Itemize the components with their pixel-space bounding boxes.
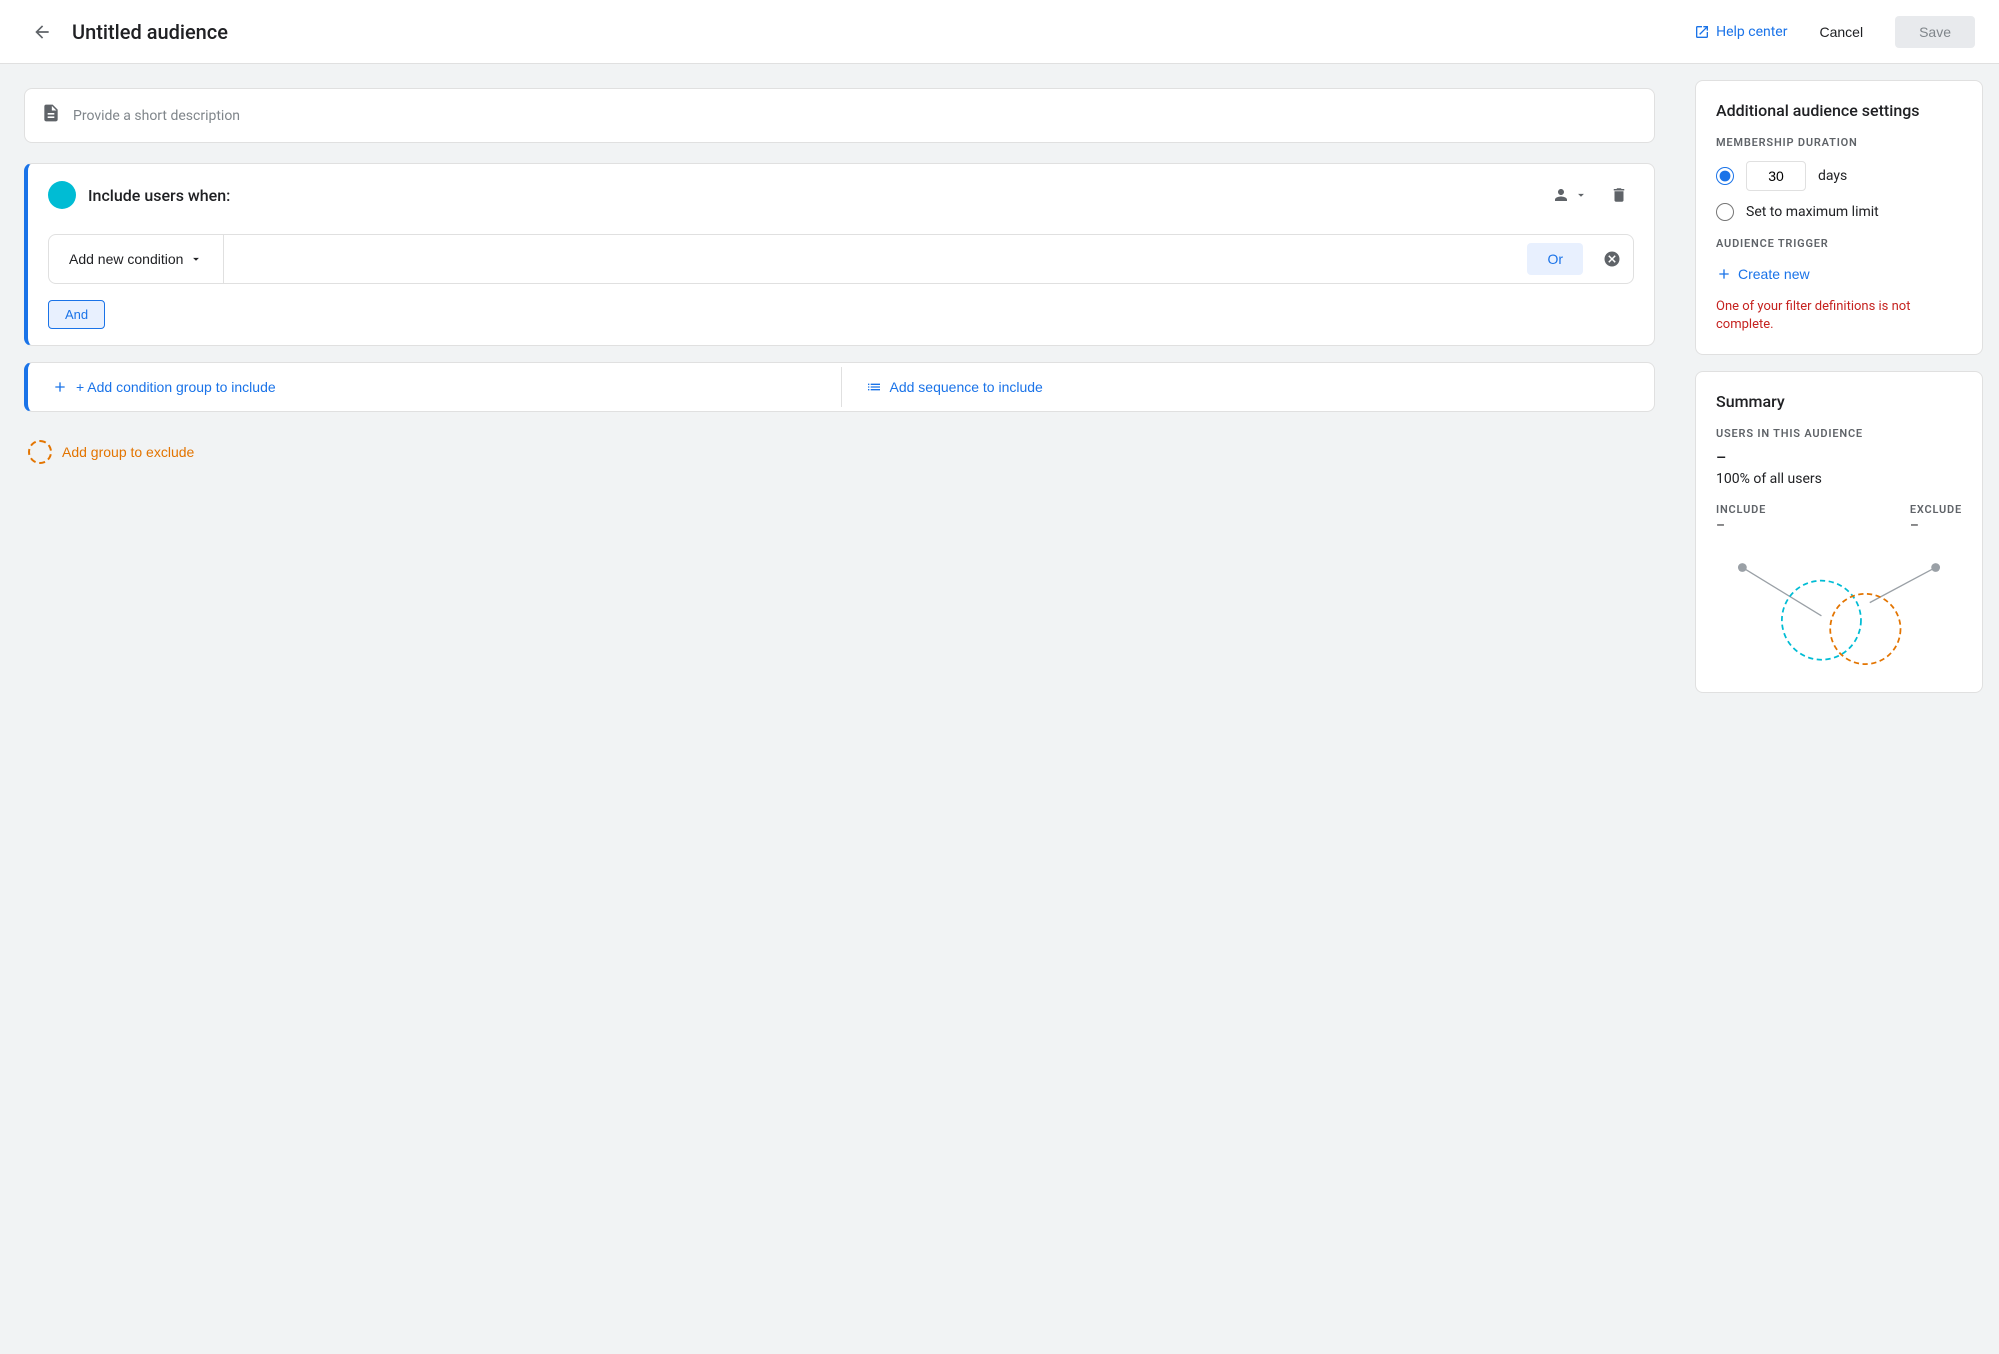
exclude-col: EXCLUDE – [1910, 503, 1962, 534]
max-limit-radio[interactable] [1716, 203, 1734, 221]
users-in-audience-label: USERS IN THIS AUDIENCE [1716, 427, 1962, 440]
user-scope-button[interactable] [1544, 180, 1596, 210]
days-radio[interactable] [1716, 167, 1734, 185]
add-condition-group-label: + Add condition group to include [76, 379, 276, 395]
error-message: One of your filter definitions is not co… [1716, 298, 1962, 334]
include-label: INCLUDE [1716, 503, 1766, 516]
trigger-section: AUDIENCE TRIGGER Create new [1716, 237, 1962, 286]
condition-area: Add new condition Or [28, 226, 1654, 300]
include-title-area: Include users when: [48, 181, 230, 209]
add-group-row: + Add condition group to include Add seq… [24, 362, 1655, 412]
page-title: Untitled audience [72, 20, 1682, 44]
settings-card: Additional audience settings MEMBERSHIP … [1695, 80, 1983, 355]
summary-card: Summary USERS IN THIS AUDIENCE – 100% of… [1695, 371, 1983, 693]
create-new-label: Create new [1738, 266, 1810, 282]
save-button: Save [1895, 16, 1975, 48]
include-header: Include users when: [28, 164, 1654, 226]
add-condition-label: Add new condition [69, 251, 183, 267]
and-button[interactable]: And [48, 300, 105, 329]
add-sequence-label: Add sequence to include [890, 379, 1043, 395]
include-title: Include users when: [88, 186, 230, 205]
max-limit-radio-row: Set to maximum limit [1716, 203, 1962, 221]
max-limit-label: Set to maximum limit [1746, 204, 1879, 220]
exclude-label: EXCLUDE [1910, 503, 1962, 516]
settings-title: Additional audience settings [1716, 101, 1962, 120]
days-radio-row: days [1716, 161, 1962, 191]
create-new-button[interactable]: Create new [1716, 262, 1810, 286]
include-value: – [1716, 518, 1766, 534]
include-col: INCLUDE – [1716, 503, 1766, 534]
condition-input-area [224, 251, 1527, 267]
cancel-button[interactable]: Cancel [1803, 16, 1879, 48]
description-field[interactable]: Provide a short description [24, 88, 1655, 143]
help-center-label: Help center [1716, 24, 1787, 40]
days-unit-label: days [1818, 168, 1847, 184]
condition-row: Add new condition Or [48, 234, 1634, 284]
membership-duration-label: MEMBERSHIP DURATION [1716, 136, 1962, 149]
users-value: – [1716, 448, 1962, 467]
back-button[interactable] [24, 14, 60, 50]
exclude-circle-icon [28, 440, 52, 464]
header-actions: Help center Cancel Save [1694, 16, 1975, 48]
exclude-label: Add group to exclude [62, 444, 194, 460]
help-center-link[interactable]: Help center [1694, 24, 1787, 40]
description-placeholder: Provide a short description [73, 108, 240, 124]
left-panel: Provide a short description Include user… [0, 64, 1679, 1354]
remove-condition-button[interactable] [1591, 242, 1633, 276]
delete-include-button[interactable] [1604, 180, 1634, 210]
add-exclude-group-button[interactable]: Add group to exclude [24, 432, 198, 472]
add-sequence-button[interactable]: Add sequence to include [842, 363, 1655, 411]
main-layout: Provide a short description Include user… [0, 64, 1999, 1354]
venn-diagram [1716, 542, 1962, 672]
app-container: Untitled audience Help center Cancel Sav… [0, 0, 1999, 1354]
exclude-value: – [1910, 518, 1962, 534]
include-header-actions [1544, 180, 1634, 210]
teal-circle-icon [48, 181, 76, 209]
users-percent: 100% of all users [1716, 471, 1962, 487]
right-panel: Additional audience settings MEMBERSHIP … [1679, 64, 1999, 1354]
header: Untitled audience Help center Cancel Sav… [0, 0, 1999, 64]
audience-trigger-label: AUDIENCE TRIGGER [1716, 237, 1962, 250]
include-exclude-row: INCLUDE – EXCLUDE – [1716, 503, 1962, 534]
or-button[interactable]: Or [1527, 243, 1583, 275]
add-condition-group-button[interactable]: + Add condition group to include [28, 363, 841, 411]
venn-svg [1716, 542, 1962, 672]
add-condition-button[interactable]: Add new condition [49, 235, 224, 283]
include-section: Include users when: [24, 163, 1655, 346]
days-input[interactable] [1746, 161, 1806, 191]
document-icon [41, 103, 61, 128]
summary-title: Summary [1716, 392, 1962, 411]
